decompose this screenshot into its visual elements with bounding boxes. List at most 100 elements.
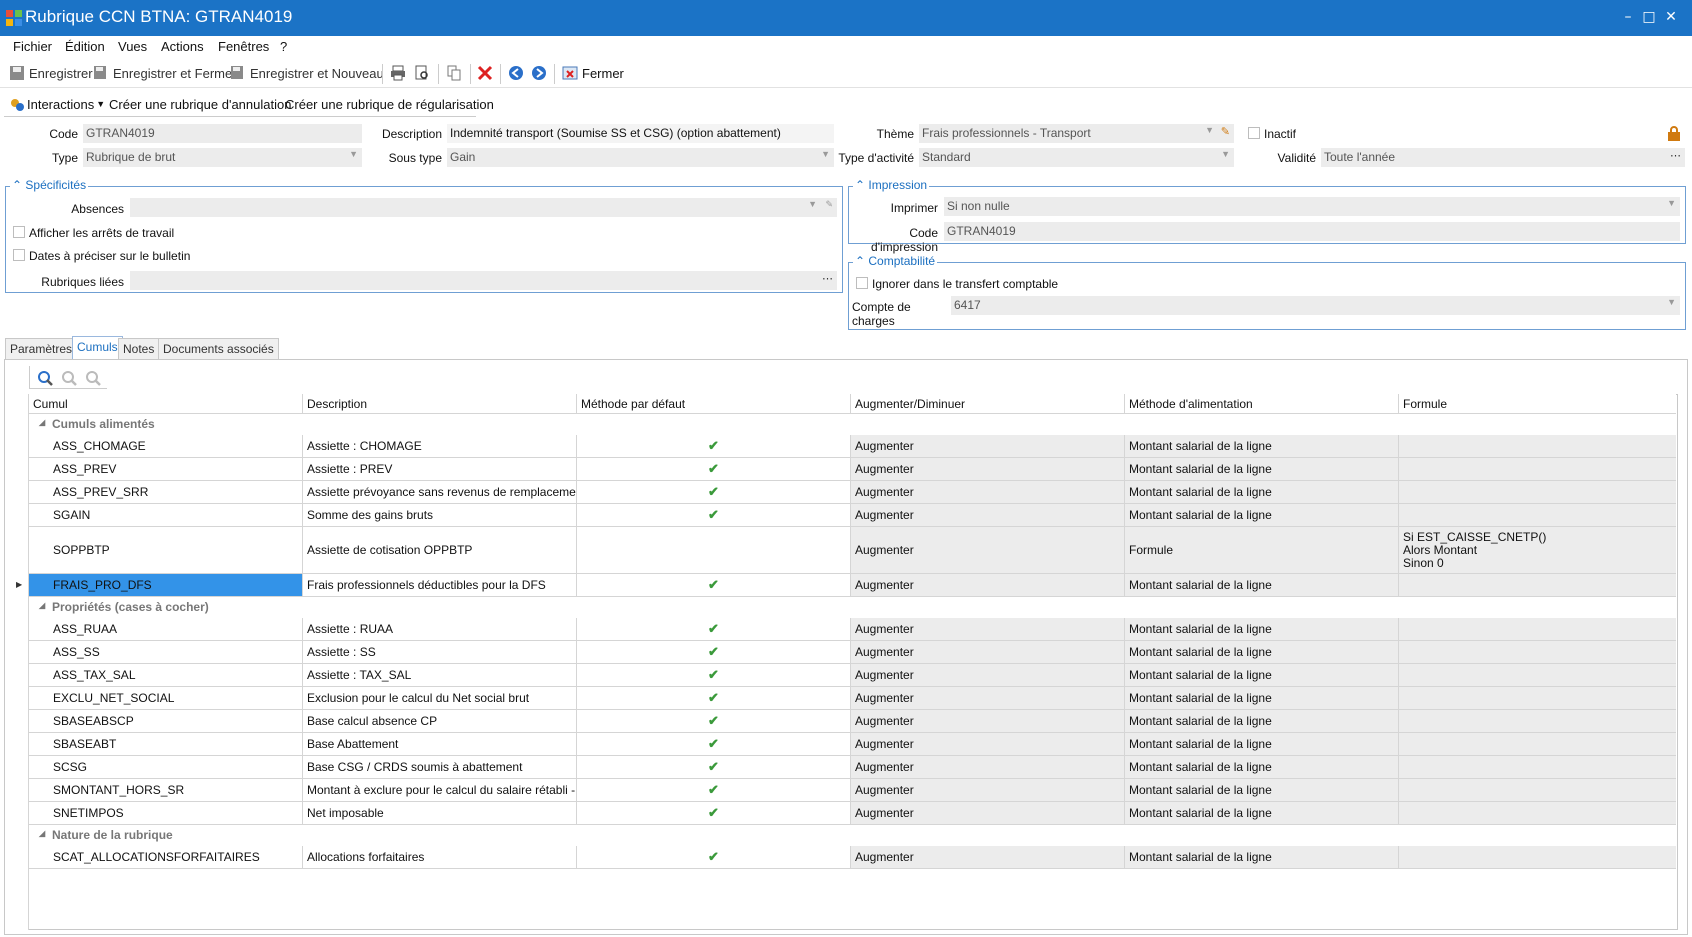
cell-formula[interactable] xyxy=(1399,733,1676,755)
cell-description[interactable]: Somme des gains bruts xyxy=(303,504,577,526)
table-row[interactable]: ASS_TAX_SAL Assiette : TAX_SAL ✔ Augment… xyxy=(29,664,1676,687)
absences-select[interactable]: ▼ ✎ xyxy=(130,198,837,217)
cell-formula[interactable] xyxy=(1399,710,1676,732)
cell-cumul[interactable]: SNETIMPOS xyxy=(29,802,303,824)
cell-direction[interactable]: Augmenter xyxy=(851,481,1125,503)
col-header-default-method[interactable]: Méthode par défaut xyxy=(577,394,851,414)
menu-fenetres[interactable]: Fenêtres xyxy=(218,39,269,54)
ignore-transfer-checkbox[interactable] xyxy=(856,277,868,289)
col-header-direction[interactable]: Augmenter/Diminuer xyxy=(851,394,1125,414)
menu-vues[interactable]: Vues xyxy=(118,39,147,54)
cell-feed-method[interactable]: Montant salarial de la ligne xyxy=(1125,641,1399,663)
cell-direction[interactable]: Augmenter xyxy=(851,664,1125,686)
type-select[interactable]: Rubrique de brut ▼ xyxy=(83,148,362,167)
menu-actions[interactable]: Actions xyxy=(161,39,204,54)
cell-description[interactable]: Assiette : CHOMAGE xyxy=(303,435,577,457)
search-icon[interactable] xyxy=(37,370,53,386)
previous-icon[interactable] xyxy=(508,65,524,81)
cell-description[interactable]: Exclusion pour le calcul du Net social b… xyxy=(303,687,577,709)
cell-formula[interactable] xyxy=(1399,618,1676,640)
cell-cumul[interactable]: ASS_PREV_SRR xyxy=(29,481,303,503)
cell-direction[interactable]: Augmenter xyxy=(851,435,1125,457)
subtype-select[interactable]: Gain ▼ xyxy=(447,148,834,167)
cell-formula[interactable] xyxy=(1399,846,1676,868)
group-row[interactable]: ◢ Nature de la rubrique xyxy=(29,825,1676,846)
check-icon[interactable]: ✔ xyxy=(577,664,851,686)
cell-cumul[interactable]: EXCLU_NET_SOCIAL xyxy=(29,687,303,709)
cell-formula[interactable] xyxy=(1399,458,1676,480)
cell-description[interactable]: Assiette : SS xyxy=(303,641,577,663)
cell-direction[interactable]: Augmenter xyxy=(851,527,1125,573)
check-icon[interactable]: ✔ xyxy=(577,435,851,457)
menu-fichier[interactable]: Fichier xyxy=(13,39,52,54)
accounting-title[interactable]: ⌃ Comptabilité xyxy=(853,254,938,268)
cell-description[interactable]: Base CSG / CRDS soumis à abattement xyxy=(303,756,577,778)
check-icon[interactable]: ✔ xyxy=(577,733,851,755)
menu-edition[interactable]: Édition xyxy=(65,39,105,54)
minimize-icon[interactable]: – xyxy=(1620,9,1636,25)
cell-direction[interactable]: Augmenter xyxy=(851,756,1125,778)
delete-icon[interactable] xyxy=(477,65,493,81)
charges-account-select[interactable]: 6417 ▼ xyxy=(951,296,1680,315)
group-row[interactable]: ◢ Cumuls alimentés xyxy=(29,414,1676,435)
cell-description[interactable]: Assiette de cotisation OPPBTP xyxy=(303,527,577,573)
cell-formula[interactable] xyxy=(1399,435,1676,457)
cell-formula[interactable]: Si EST_CAISSE_CNETP() Alors Montant Sino… xyxy=(1399,527,1676,573)
cell-cumul[interactable]: ASS_SS xyxy=(29,641,303,663)
zoom-out-icon[interactable] xyxy=(85,370,101,386)
validity-field[interactable]: Toute l'année ⋯ xyxy=(1321,148,1685,167)
edit-icon[interactable]: ✎ xyxy=(1221,125,1230,138)
save-close-button[interactable]: Enregistrer et Fermer xyxy=(93,64,237,82)
cell-cumul[interactable]: ASS_CHOMAGE xyxy=(29,435,303,457)
cell-description[interactable]: Assiette : RUAA xyxy=(303,618,577,640)
cell-feed-method[interactable]: Montant salarial de la ligne xyxy=(1125,687,1399,709)
cell-description[interactable]: Frais professionnels déductibles pour la… xyxy=(303,574,577,596)
cell-feed-method[interactable]: Montant salarial de la ligne xyxy=(1125,574,1399,596)
check-icon[interactable]: ✔ xyxy=(577,802,851,824)
ellipsis-icon[interactable]: ⋯ xyxy=(822,272,833,285)
tab-notes[interactable]: Notes xyxy=(118,338,160,359)
theme-select[interactable]: Frais professionnels - Transport ▼ ✎ xyxy=(919,124,1234,143)
check-icon[interactable]: ✔ xyxy=(577,458,851,480)
cell-feed-method[interactable]: Montant salarial de la ligne xyxy=(1125,435,1399,457)
table-row[interactable]: ASS_CHOMAGE Assiette : CHOMAGE ✔ Augment… xyxy=(29,435,1676,458)
check-icon[interactable]: ✔ xyxy=(577,779,851,801)
col-header-formula[interactable]: Formule xyxy=(1399,394,1676,414)
table-row[interactable]: SGAIN Somme des gains bruts ✔ Augmenter … xyxy=(29,504,1676,527)
cell-description[interactable]: Base Abattement xyxy=(303,733,577,755)
cell-formula[interactable] xyxy=(1399,504,1676,526)
cell-cumul[interactable]: ASS_TAX_SAL xyxy=(29,664,303,686)
cell-direction[interactable]: Augmenter xyxy=(851,733,1125,755)
cell-cumul[interactable]: SBASEABSCP xyxy=(29,710,303,732)
cell-feed-method[interactable]: Montant salarial de la ligne xyxy=(1125,756,1399,778)
table-row[interactable]: SBASEABSCP Base calcul absence CP ✔ Augm… xyxy=(29,710,1676,733)
print-select[interactable]: Si non nulle ▼ xyxy=(944,197,1680,216)
check-icon[interactable]: ✔ xyxy=(577,504,851,526)
cell-direction[interactable]: Augmenter xyxy=(851,504,1125,526)
check-icon[interactable]: ✔ xyxy=(577,710,851,732)
table-row[interactable]: ASS_PREV Assiette : PREV ✔ Augmenter Mon… xyxy=(29,458,1676,481)
cell-cumul[interactable]: FRAIS_PRO_DFS xyxy=(29,574,303,596)
cell-feed-method[interactable]: Montant salarial de la ligne xyxy=(1125,710,1399,732)
cell-description[interactable]: Net imposable xyxy=(303,802,577,824)
zoom-in-icon[interactable] xyxy=(61,370,77,386)
activity-select[interactable]: Standard ▼ xyxy=(919,148,1234,167)
check-icon[interactable]: ✔ xyxy=(577,574,851,596)
cell-cumul[interactable]: SGAIN xyxy=(29,504,303,526)
check-icon[interactable] xyxy=(577,527,851,573)
cell-feed-method[interactable]: Montant salarial de la ligne xyxy=(1125,802,1399,824)
table-row[interactable]: SMONTANT_HORS_SR Montant à exclure pour … xyxy=(29,779,1676,802)
description-field[interactable]: Indemnité transport (Soumise SS et CSG) … xyxy=(447,124,834,143)
check-icon[interactable]: ✔ xyxy=(577,641,851,663)
cell-direction[interactable]: Augmenter xyxy=(851,574,1125,596)
cell-feed-method[interactable]: Formule xyxy=(1125,527,1399,573)
cell-direction[interactable]: Augmenter xyxy=(851,779,1125,801)
cell-direction[interactable]: Augmenter xyxy=(851,458,1125,480)
save-button[interactable]: Enregistrer xyxy=(9,64,93,82)
col-header-feed-method[interactable]: Méthode d'alimentation xyxy=(1125,394,1399,414)
close-button[interactable]: Fermer xyxy=(562,64,624,82)
cell-cumul[interactable]: SCAT_ALLOCATIONSFORFAITAIRES xyxy=(29,846,303,868)
cell-feed-method[interactable]: Montant salarial de la ligne xyxy=(1125,664,1399,686)
col-header-description[interactable]: Description xyxy=(303,394,577,414)
table-row[interactable]: SOPPBTP Assiette de cotisation OPPBTP Au… xyxy=(29,527,1676,574)
